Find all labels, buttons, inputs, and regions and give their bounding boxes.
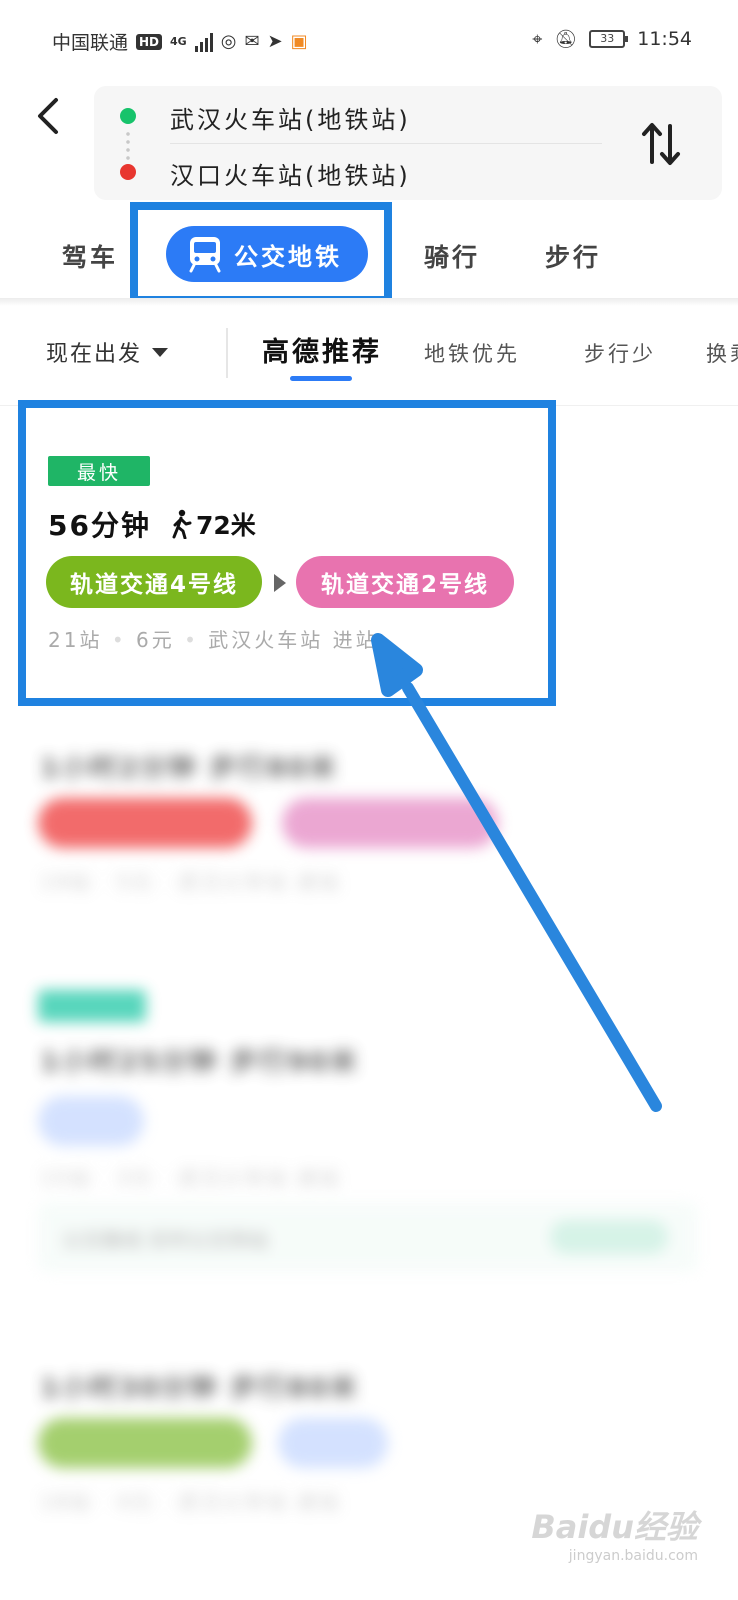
tab-walk[interactable]: 步行 xyxy=(545,238,601,274)
stop-count: 21站 xyxy=(48,628,103,652)
route-4-line-a xyxy=(38,1418,252,1468)
status-left: 中国联通 HD 4G ◎ ✉ ➤ ▣ xyxy=(52,28,308,55)
walk-distance: 72米 xyxy=(170,506,256,542)
location-icon: ⌖ xyxy=(532,28,543,50)
filter-divider xyxy=(226,328,228,378)
swap-route-icon[interactable] xyxy=(640,120,684,168)
annotation-highlight-box xyxy=(130,202,392,304)
tab-ride[interactable]: 骑行 xyxy=(424,238,480,274)
route-divider xyxy=(170,143,602,144)
app-notification-icon: ▣ xyxy=(290,31,308,52)
route-2-line-b xyxy=(282,798,498,848)
route-4-line-b xyxy=(278,1418,388,1468)
filter-subway-first[interactable]: 地铁优先 xyxy=(424,338,520,368)
route-3-notice-button[interactable] xyxy=(550,1220,668,1254)
status-bar: 中国联通 HD 4G ◎ ✉ ➤ ▣ ⌖ 🔕︎ 33 11:54 xyxy=(0,0,738,84)
network-type: 4G xyxy=(170,35,187,48)
route-4-meta: 18站 · 4元 · 武汉火车站 进站 xyxy=(40,1490,341,1514)
carrier-name: 中国联通 xyxy=(52,32,129,54)
route-3-notice: 公交路线 实时公交到站 xyxy=(38,1202,698,1272)
filter-recommended[interactable]: 高德推荐 xyxy=(262,330,382,369)
route-input-box: 武汉火车站(地铁站) 汉口火车站(地铁站) xyxy=(94,86,722,200)
header-shadow xyxy=(0,298,738,306)
telegram-icon: ➤ xyxy=(267,31,283,52)
origin-dot-icon xyxy=(120,108,136,124)
destination-dot-icon xyxy=(120,164,136,180)
route-2-title: 1小时2分钟 步行80米 xyxy=(40,753,338,784)
depart-time-selector[interactable]: 现在出发 xyxy=(46,336,169,368)
back-arrow-icon[interactable] xyxy=(30,96,70,136)
line-4-pill: 轨道交通4号线 xyxy=(46,556,262,608)
destination-field[interactable]: 汉口火车站(地铁站) xyxy=(170,156,411,191)
route-3-badge xyxy=(38,990,146,1022)
walking-person-icon xyxy=(172,509,192,539)
hotspot-icon: ◎ xyxy=(220,31,237,52)
battery-icon: 33 xyxy=(589,30,629,48)
route-dots xyxy=(126,130,130,160)
route-filter-bar: 现在出发 高德推荐 地铁优先 步行少 换乘少 xyxy=(0,306,738,406)
route-3-line-a xyxy=(38,1096,144,1146)
blurred-route-list: 1小时2分钟 步行80米 19站 · 5元 · 武汉火车站 进站 1小时25分钟… xyxy=(0,706,738,1600)
route-3-title: 1小时25分钟 步行90米 xyxy=(40,1047,359,1078)
fare: 6元 xyxy=(135,628,175,652)
tab-drive[interactable]: 驾车 xyxy=(62,238,118,274)
active-filter-indicator xyxy=(290,376,352,381)
transfer-arrow-icon xyxy=(274,574,286,592)
baidu-watermark-url: jingyan.baidu.com xyxy=(568,1548,698,1564)
route-meta: 21站 • 6元 • 武汉火车站 进站 xyxy=(48,628,379,652)
fastest-badge: 最快 xyxy=(48,456,150,486)
status-right: ⌖ 🔕︎ 33 11:54 xyxy=(532,28,692,50)
filter-less-walking[interactable]: 步行少 xyxy=(584,338,656,368)
dropdown-triangle-icon xyxy=(152,347,169,357)
signal-icon xyxy=(194,32,213,52)
route-2-line-a xyxy=(38,798,252,848)
walk-distance-value: 72米 xyxy=(196,511,256,540)
hd-icon: HD xyxy=(136,33,163,50)
origin-field[interactable]: 武汉火车站(地铁站) xyxy=(170,100,411,135)
wechat-icon: ✉ xyxy=(244,31,260,52)
line-2-pill: 轨道交通2号线 xyxy=(296,556,514,608)
route-4-title: 1小时30分钟 步行80米 xyxy=(40,1373,359,1404)
depart-time-label: 现在出发 xyxy=(46,342,143,367)
mute-bell-icon: 🔕︎ xyxy=(554,28,578,50)
route-3-notice-text: 公交路线 实时公交到站 xyxy=(62,1228,269,1252)
clock: 11:54 xyxy=(637,28,692,50)
baidu-watermark: Baidu经验 xyxy=(531,1508,698,1546)
filter-fewer-transfers[interactable]: 换乘少 xyxy=(706,338,738,368)
route-card-fastest[interactable]: 最快 56分钟 72米 轨道交通4号线 轨道交通2号线 21站 • 6元 • 武… xyxy=(18,400,556,706)
route-2-meta: 19站 · 5元 · 武汉火车站 进站 xyxy=(40,870,341,894)
route-duration: 56分钟 xyxy=(48,509,151,542)
route-3-meta: 15站 · 3元 · 武汉火车站 进站 xyxy=(40,1166,341,1190)
entry-station: 武汉火车站 进站 xyxy=(208,628,379,652)
